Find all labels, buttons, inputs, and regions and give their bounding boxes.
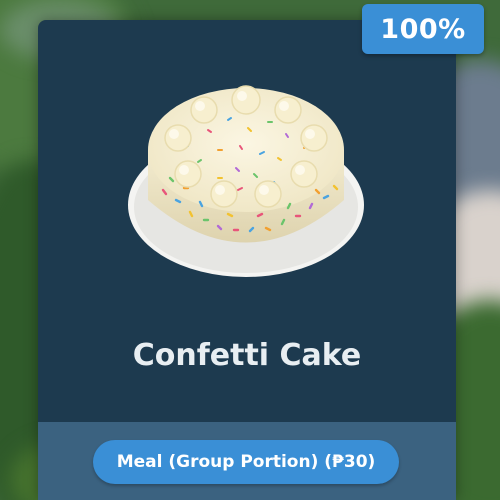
- item-name: Confetti Cake: [132, 338, 362, 373]
- completion-percentage-badge: 100%: [362, 4, 484, 54]
- confetti-cake-icon: [118, 70, 378, 290]
- item-category-tag[interactable]: Meal (Group Portion) (₱30): [93, 440, 399, 484]
